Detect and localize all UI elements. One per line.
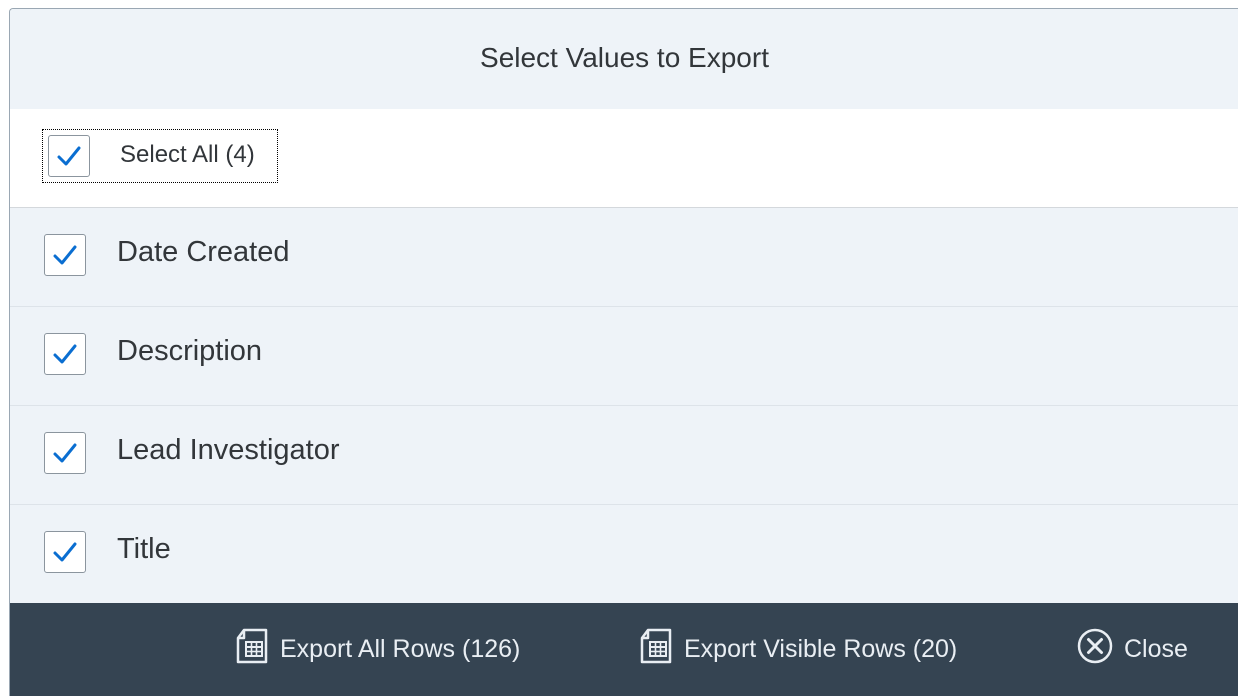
item-checkbox[interactable] [44, 531, 86, 573]
item-checkbox[interactable] [44, 234, 86, 276]
close-label: Close [1124, 635, 1188, 663]
export-all-rows-label: Export All Rows (126) [280, 635, 521, 663]
checkmark-icon [53, 245, 77, 265]
dialog-header: Select Values to Export [10, 9, 1238, 109]
select-all-checkbox[interactable] [48, 135, 90, 177]
checkmark-icon [57, 146, 81, 166]
spreadsheet-export-icon [234, 626, 270, 673]
item-label[interactable]: Date Created [117, 236, 290, 269]
list-item-lead-investigator[interactable]: Lead Investigator [10, 406, 1238, 505]
item-label[interactable]: Description [117, 335, 262, 368]
dialog-title: Select Values to Export [480, 42, 769, 73]
close-circle-icon [1076, 627, 1114, 672]
spreadsheet-export-icon [638, 626, 674, 673]
list-item-title[interactable]: Title [10, 505, 1238, 603]
item-checkbox[interactable] [44, 432, 86, 474]
values-list: Date Created Description Lead Investigat… [10, 208, 1238, 603]
export-visible-rows-button[interactable]: Export Visible Rows (20) [638, 603, 957, 696]
item-label[interactable]: Lead Investigator [117, 434, 339, 467]
checkmark-icon [53, 344, 77, 364]
list-item-date-created[interactable]: Date Created [10, 208, 1238, 307]
select-all-row[interactable]: Select All (4) [10, 109, 1238, 208]
close-button[interactable]: Close [1076, 603, 1188, 696]
checkmark-icon [53, 542, 77, 562]
dialog-footer: Export All Rows (126) Export Visible Row… [10, 603, 1238, 696]
select-all-label[interactable]: Select All (4) [120, 141, 255, 169]
item-checkbox[interactable] [44, 333, 86, 375]
item-label[interactable]: Title [117, 533, 171, 566]
export-visible-rows-label: Export Visible Rows (20) [684, 635, 958, 663]
list-item-description[interactable]: Description [10, 307, 1238, 406]
export-dialog: Select Values to Export Select All (4) D… [9, 8, 1238, 696]
export-all-rows-button[interactable]: Export All Rows (126) [234, 603, 520, 696]
checkmark-icon [53, 443, 77, 463]
